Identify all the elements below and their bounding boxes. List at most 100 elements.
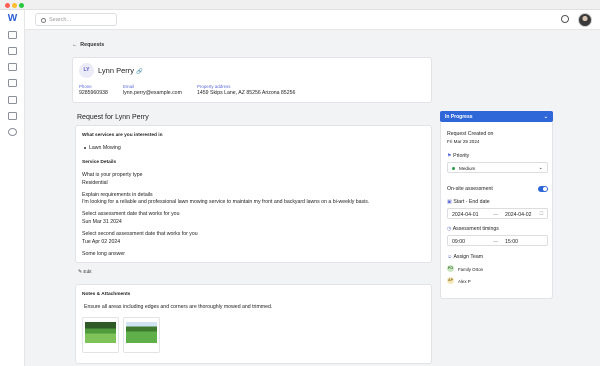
app-logo-icon[interactable]: W xyxy=(6,14,19,24)
notes-text: Ensure all areas including edges and cor… xyxy=(84,304,273,310)
explain-question: Explain requirements in details xyxy=(82,192,153,198)
pencil-icon: ✎ xyxy=(78,270,83,275)
time-range-picker[interactable]: 09:00 — 15:00 xyxy=(447,235,548,246)
sidebar: W xyxy=(0,10,25,366)
email-value[interactable]: lynn.perry@example.com xyxy=(123,90,182,96)
team-member[interactable]: FO Family Orton xyxy=(447,265,547,274)
search-icon xyxy=(41,17,46,23)
phone-label: Phone xyxy=(79,84,92,89)
team-member-avatar: FO xyxy=(447,265,454,272)
service-item-label: Lawn Mowing xyxy=(89,145,121,151)
sidebar-item-list-icon[interactable] xyxy=(8,79,17,87)
chevron-down-icon: ⌄ xyxy=(538,164,543,171)
edit-button[interactable]: ✎ Edit xyxy=(78,270,92,275)
sidebar-item-clipboard-icon[interactable] xyxy=(8,112,17,120)
email-block: Email lynn.perry@example.com xyxy=(123,84,182,96)
start-date-value[interactable]: 2024-04-01 xyxy=(452,212,479,218)
search-input[interactable] xyxy=(49,15,115,25)
date1-question: Select assessment date that works for yo… xyxy=(82,211,180,217)
maximize-window-button[interactable] xyxy=(19,3,24,8)
attachment-thumbnail[interactable] xyxy=(82,317,119,353)
priority-value: Medium xyxy=(459,165,476,171)
address-value[interactable]: 1459 Skips Lane, AZ 85256 Arizona 85256 xyxy=(197,90,295,96)
search-box[interactable] xyxy=(35,13,117,26)
arrow-left-icon: ← xyxy=(72,42,78,48)
date-range-separator: — xyxy=(493,211,499,218)
onsite-label: On-site assessment xyxy=(447,186,493,192)
date2-question: Select second assessment date that works… xyxy=(82,231,198,237)
close-window-button[interactable] xyxy=(5,3,10,8)
notes-heading: Notes & Attachments xyxy=(82,292,131,297)
flag-icon: ⚑ xyxy=(447,153,452,159)
assign-team-label-text: Assign Team xyxy=(453,254,484,260)
address-block: Property address 1459 Skips Lane, AZ 852… xyxy=(197,84,295,96)
onsite-toggle[interactable] xyxy=(538,186,548,192)
time-range-separator: — xyxy=(493,238,499,245)
user-avatar[interactable] xyxy=(578,13,592,27)
request-title: Request for Lynn Perry xyxy=(77,114,149,121)
service-details-heading: Service Details xyxy=(82,160,117,165)
chevron-down-icon: ⌄ xyxy=(543,113,548,120)
team-member-avatar: AP xyxy=(447,277,454,284)
link-icon[interactable]: 🔗 xyxy=(136,69,143,75)
priority-label: ⚑ Priority xyxy=(447,153,469,159)
service-item: Lawn Mowing xyxy=(84,145,121,151)
priority-label-text: Priority xyxy=(453,153,470,159)
date1-answer: Sun Mar 31 2024 xyxy=(82,219,122,225)
property-answer: Residential xyxy=(82,180,108,186)
minimize-window-button[interactable] xyxy=(12,3,17,8)
sidebar-item-documents-icon[interactable] xyxy=(8,47,17,55)
priority-dot-icon xyxy=(452,166,455,170)
request-details-card: What services are you interested in Lawn… xyxy=(75,125,432,263)
team-icon: ☺ xyxy=(447,254,453,260)
sidebar-item-briefcase-icon[interactable] xyxy=(8,63,17,71)
dates-label: ▣ Start - End date xyxy=(447,199,490,205)
sidebar-item-settings-icon[interactable] xyxy=(8,128,17,136)
team-member[interactable]: AP Alex P xyxy=(447,277,547,286)
assign-team-label: ☺ Assign Team xyxy=(447,254,483,260)
top-bar xyxy=(25,10,600,30)
date-range-picker[interactable]: 2024-04-01 — 2024-04-02 □ xyxy=(447,208,548,219)
email-label: Email xyxy=(123,84,134,89)
notes-card: Notes & Attachments Ensure all areas inc… xyxy=(75,284,432,364)
status-value: In Progress xyxy=(445,114,473,120)
edit-button-label: Edit xyxy=(83,270,92,275)
long-answer: Some long answer xyxy=(82,251,125,257)
customer-card: LY Lynn Perry 🔗 Phone 9285960938 Email l… xyxy=(72,57,432,103)
start-time-value[interactable]: 09:00 xyxy=(452,239,465,245)
lawn-photo-1 xyxy=(85,322,116,343)
back-link[interactable]: ← Requests xyxy=(72,42,104,50)
customer-name: Lynn Perry 🔗 xyxy=(98,66,143,75)
created-date: Fri Mar 29 2024 xyxy=(447,139,480,144)
theme-toggle-icon[interactable] xyxy=(561,15,569,23)
date2-answer: Tue Apr 02 2024 xyxy=(82,239,121,245)
attachment-thumbnail[interactable] xyxy=(123,317,160,353)
back-link-label: Requests xyxy=(80,42,105,48)
phone-block: Phone 9285960938 xyxy=(79,84,108,96)
lawn-photo-2 xyxy=(126,322,157,343)
team-member-name: Family Orton xyxy=(458,266,484,272)
customer-name-text: Lynn Perry xyxy=(98,66,134,75)
property-question: What is your property type xyxy=(82,172,143,178)
dates-label-text: Start - End date xyxy=(453,199,490,205)
address-label: Property address xyxy=(197,84,231,89)
priority-select[interactable]: Medium ⌄ xyxy=(447,162,548,173)
sidebar-item-menu-icon[interactable] xyxy=(8,31,17,39)
explain-answer: I'm looking for a reliable and professio… xyxy=(82,199,370,205)
calendar-icon: ▣ xyxy=(447,199,452,205)
timings-label-text: Assessment timings xyxy=(452,226,499,232)
end-date-value[interactable]: 2024-04-02 xyxy=(505,212,532,218)
team-member-name: Alex P xyxy=(458,278,471,284)
end-time-value[interactable]: 15:00 xyxy=(505,239,518,245)
sidebar-item-file-icon[interactable] xyxy=(8,96,17,104)
customer-avatar: LY xyxy=(79,63,94,78)
request-sidebar-panel: Request Created on Fri Mar 29 2024 ⚑ Pri… xyxy=(440,122,553,299)
created-label: Request Created on xyxy=(447,131,494,137)
timings-label: ◷ Assessment timings xyxy=(447,226,499,232)
calendar-icon: □ xyxy=(539,211,543,217)
status-dropdown[interactable]: In Progress ⌄ xyxy=(440,111,553,122)
bullet-icon xyxy=(84,146,86,149)
phone-value[interactable]: 9285960938 xyxy=(79,90,108,96)
clock-icon: ◷ xyxy=(447,226,452,232)
window-titlebar xyxy=(0,0,600,10)
